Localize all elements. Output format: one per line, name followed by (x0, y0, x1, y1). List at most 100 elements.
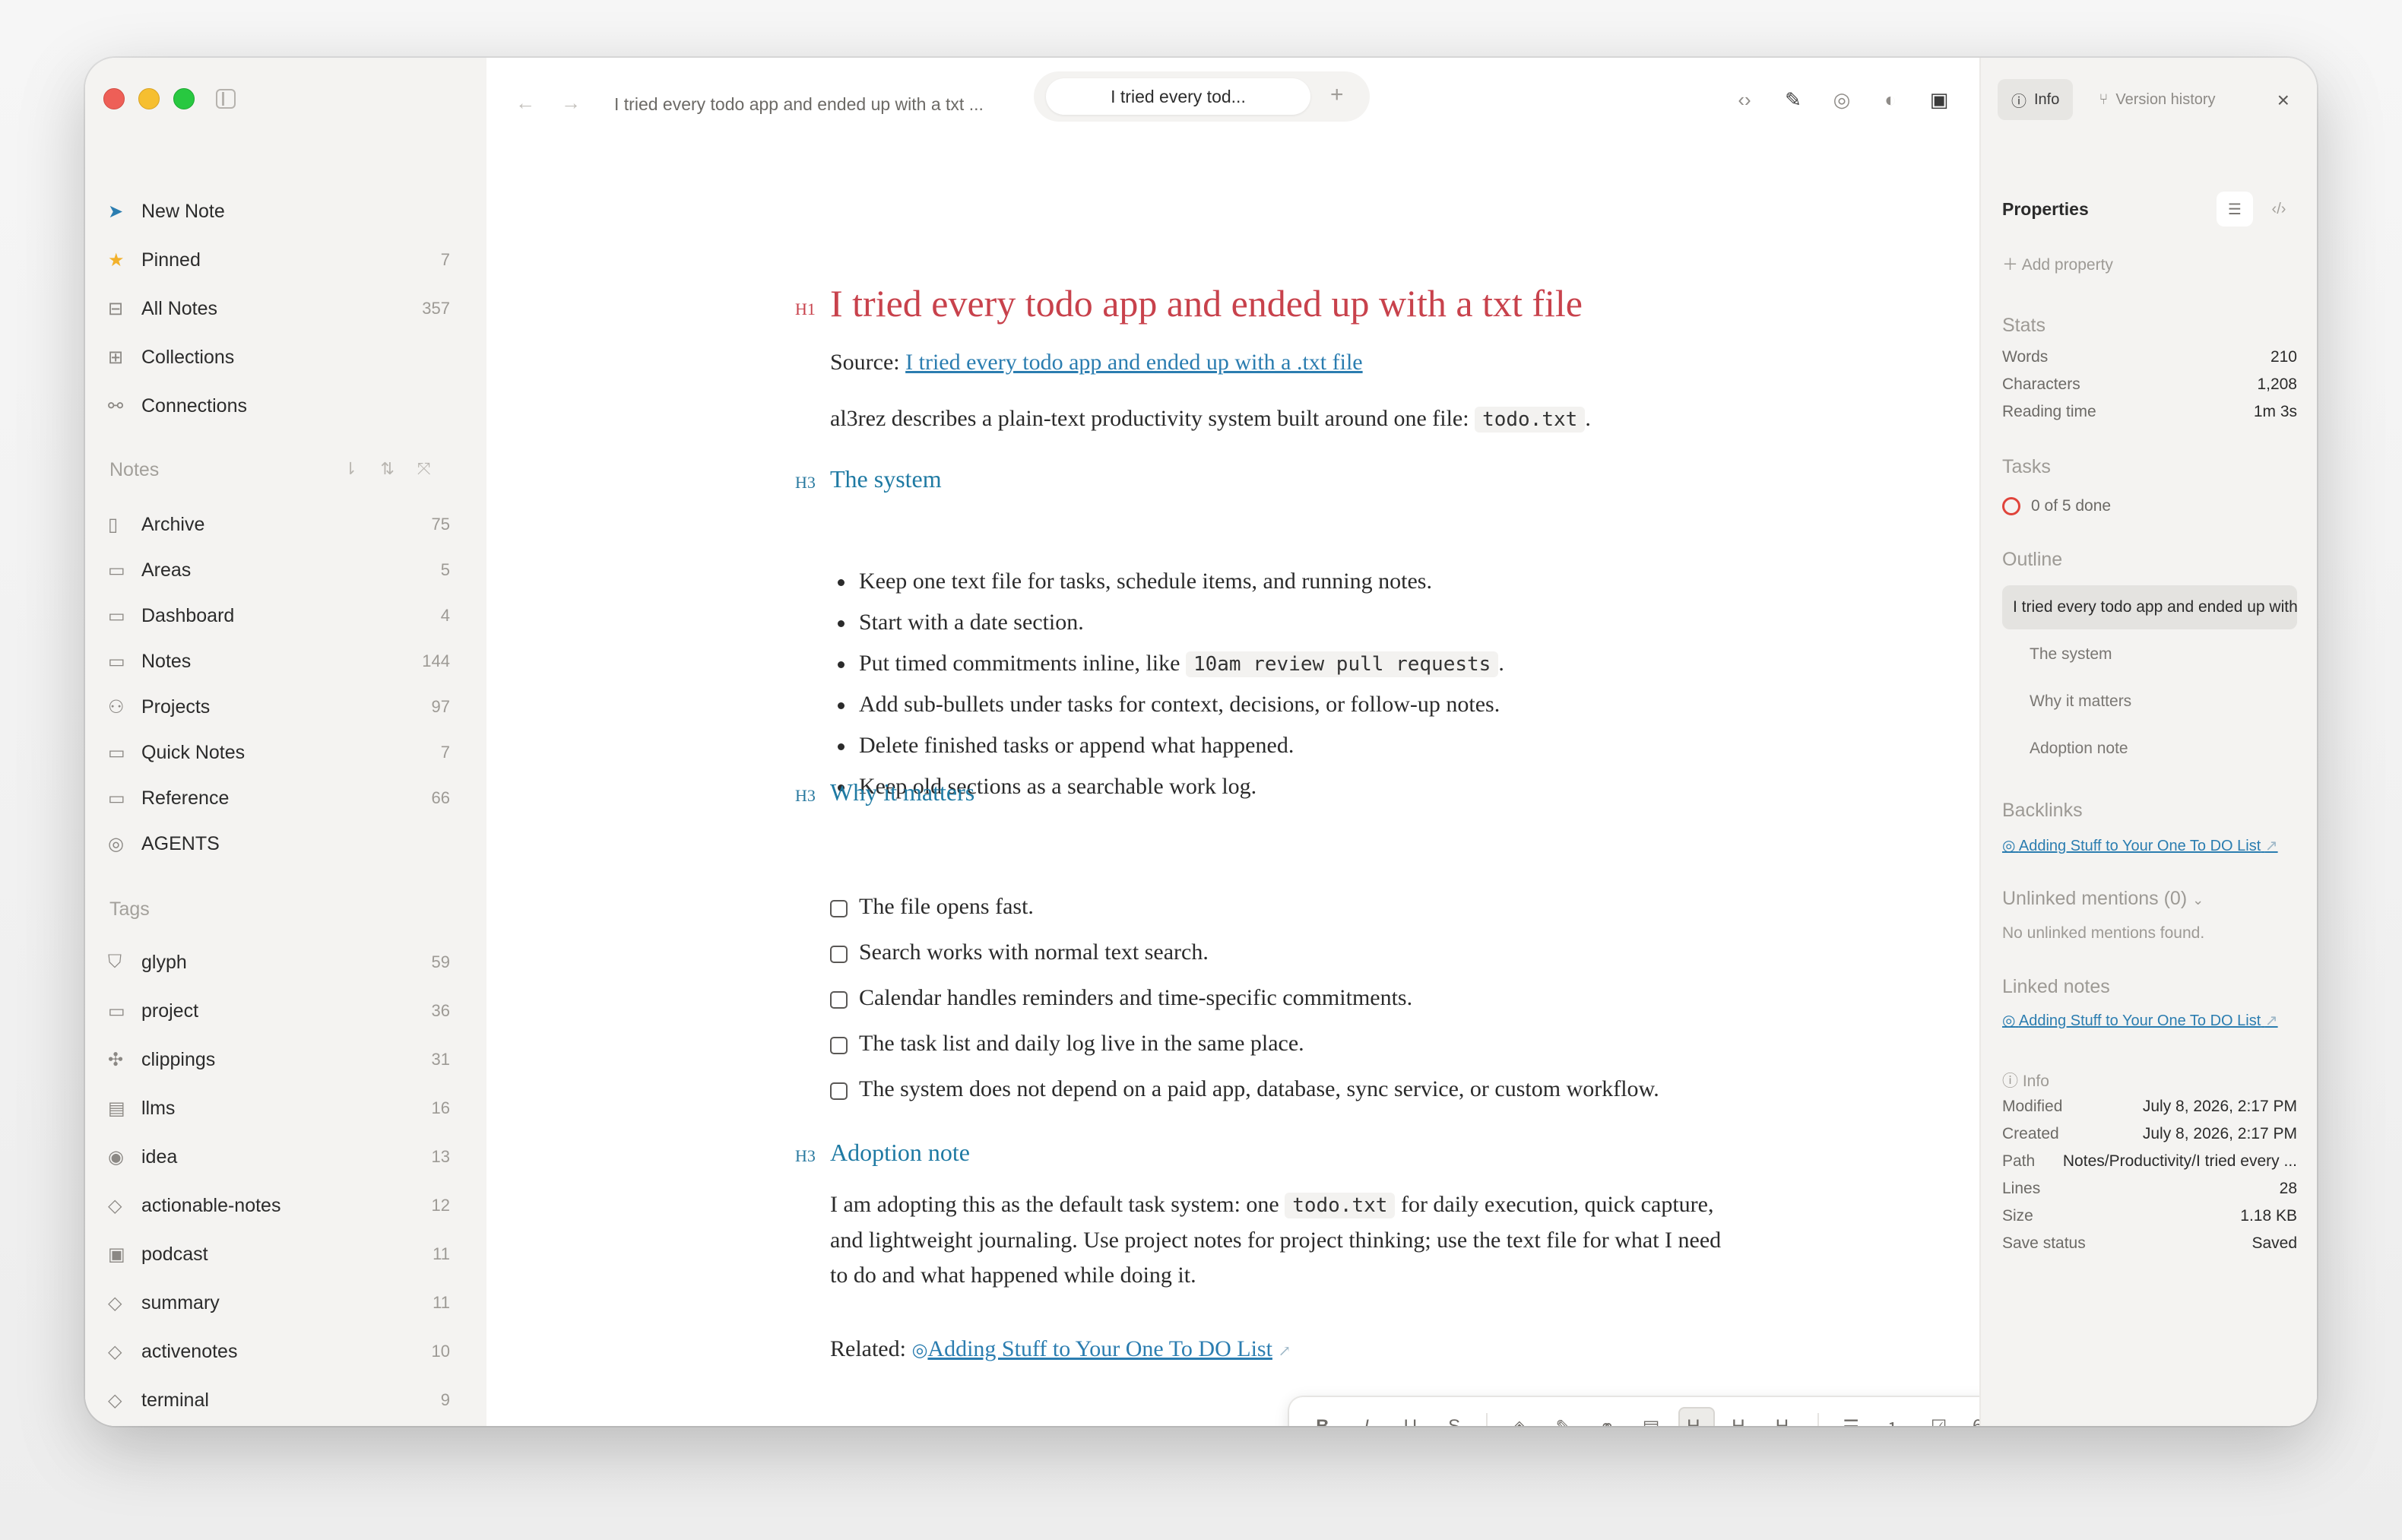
checkbox[interactable] (830, 991, 848, 1009)
list-item[interactable]: Delete finished tasks or append what hap… (830, 725, 1727, 766)
highlight-button[interactable]: ◈ (1503, 1408, 1536, 1427)
h3-button[interactable]: H₃ (1769, 1408, 1802, 1426)
graph-icon: ⚯ (108, 395, 124, 417)
checkbox[interactable] (830, 1082, 848, 1100)
sidebar-item-collections[interactable]: ⊞ Collections (108, 336, 450, 379)
sidebar-item-connections[interactable]: ⚯ Connections (108, 385, 450, 427)
tab-version-history[interactable]: ⑂ Version history (2085, 79, 2229, 120)
adoption-paragraph[interactable]: I am adopting this as the default task s… (830, 1187, 1727, 1293)
close-icon[interactable]: × (2277, 88, 2290, 112)
tag-item-glyph[interactable]: ⛉ glyph 59 (108, 941, 450, 984)
document-title[interactable]: I tried every todo app and ended up with… (830, 281, 1583, 325)
sidebar-item-agents[interactable]: ◎ AGENTS (108, 822, 450, 865)
linked-note-item[interactable]: ◎ Adding Stuff to Your One To DO List ↗ (2002, 1011, 2278, 1030)
outline-item[interactable]: I tried every todo app and ended up with… (2002, 585, 2297, 629)
list-item[interactable]: Start with a date section. (830, 602, 1727, 643)
tag-item-podcast[interactable]: ▣ podcast 11 (108, 1233, 450, 1275)
info-row: Save status Saved (2002, 1234, 2297, 1252)
sidebar-item-archive[interactable]: ▯ Archive 75 (108, 503, 450, 546)
list-item[interactable]: Put timed commitments inline, like 10am … (830, 643, 1727, 684)
plus-icon: ＋ (2002, 256, 2018, 274)
notes-section-tools: ⇂ ⇅ ⤧ (344, 459, 430, 479)
list-item[interactable]: Keep one text file for tasks, schedule i… (830, 561, 1727, 602)
h2-button[interactable]: H₂ (1725, 1408, 1759, 1426)
heading-adoption-note[interactable]: Adoption note (830, 1139, 970, 1167)
sidebar-item-quick-notes[interactable]: ▭ Quick Notes 7 (108, 731, 450, 774)
tag-item-summary[interactable]: ◇ summary 11 (108, 1282, 450, 1324)
tag-item-terminal[interactable]: ◇ terminal 9 (108, 1379, 450, 1421)
related-link[interactable]: Adding Stuff to Your One To DO List (927, 1336, 1272, 1361)
sort-icon[interactable]: ⇂ (344, 459, 357, 479)
sidebar-toggle-icon[interactable] (216, 89, 236, 109)
sidebar-item-projects[interactable]: ⚇ Projects 97 (108, 686, 450, 728)
progress-ring-icon (2002, 497, 2020, 516)
minimize-window-button[interactable] (138, 88, 160, 109)
zoom-window-button[interactable] (173, 88, 195, 109)
checkbox[interactable] (830, 1037, 848, 1054)
notes-section-title: Notes (109, 459, 160, 480)
bookmark-icon: ▯ (108, 514, 119, 535)
sidebar-item-pinned[interactable]: ★ Pinned 7 (108, 239, 450, 281)
folder-icon: ▭ (108, 651, 125, 672)
list-view-icon[interactable]: ☰ (2217, 192, 2253, 227)
underline-button[interactable]: U (1394, 1408, 1428, 1426)
heading-why-it-matters[interactable]: Why it matters (830, 778, 974, 806)
new-note-button[interactable]: ➤ New Note (108, 190, 450, 233)
close-window-button[interactable] (103, 88, 125, 109)
bold-button[interactable]: B (1306, 1408, 1339, 1426)
podcast-icon: ▣ (108, 1244, 125, 1265)
tag-item-actionable-notes[interactable]: ◇ actionable-notes 12 (108, 1184, 450, 1227)
note-link-icon: ◎ (911, 1341, 928, 1361)
people-icon: ⚇ (108, 696, 125, 718)
embed-button[interactable]: ▤ (1634, 1408, 1668, 1427)
tag-item-llms[interactable]: ▤ llms 16 (108, 1087, 450, 1130)
unlinked-mentions-title[interactable]: Unlinked mentions (0) ⌄ (2002, 888, 2204, 910)
tag-icon: ◇ (108, 1341, 122, 1362)
bullet-list-button[interactable]: ☰ (1834, 1408, 1868, 1427)
note-link-icon: ◎ (2002, 1012, 2016, 1029)
italic-button[interactable]: I (1350, 1408, 1383, 1426)
source-link[interactable]: I tried every todo app and ended up with… (905, 350, 1362, 375)
source-line: Source: I tried every todo app and ended… (830, 350, 1363, 375)
checkbox[interactable] (830, 900, 848, 917)
sidebar-item-all-notes[interactable]: ⊟ All Notes 357 (108, 287, 450, 330)
sidebar-item-dashboard[interactable]: ▭ Dashboard 4 (108, 594, 450, 637)
sidebar-item-notes[interactable]: ▭ Notes 144 (108, 640, 450, 683)
chevron-down-icon: ⌄ (2192, 892, 2204, 908)
checkbox[interactable] (830, 946, 848, 963)
list-item[interactable]: Add sub-bullets under tasks for context,… (830, 684, 1727, 725)
sidebar-item-areas[interactable]: ▭ Areas 5 (108, 549, 450, 591)
tag-item-activenotes[interactable]: ◇ activenotes 10 (108, 1330, 450, 1373)
external-arrow-icon: ↗ (2264, 1012, 2278, 1029)
h1-button[interactable]: H₁ (1678, 1407, 1715, 1426)
pen-button[interactable]: ✎ (1547, 1408, 1580, 1427)
tab-info[interactable]: ⓘ Info (1998, 79, 2074, 120)
filter-icon[interactable]: ⇅ (380, 459, 394, 479)
properties-view-toggle: ☰ ‹/› (2217, 192, 2297, 227)
info-row: Modified July 8, 2026, 2:17 PM (2002, 1098, 2297, 1115)
link-button[interactable]: ⚭ (1590, 1408, 1624, 1427)
code-view-icon[interactable]: ‹/› (2261, 192, 2297, 227)
tag-item-project[interactable]: ▭ project 36 (108, 990, 450, 1032)
toolbar-divider (1817, 1413, 1820, 1426)
strikethrough-button[interactable]: S (1437, 1408, 1471, 1426)
external-arrow-icon: ↗ (2264, 838, 2278, 854)
tag-icon: ◇ (108, 1195, 122, 1216)
collapse-icon[interactable]: ⤧ (417, 459, 431, 479)
tag-item-idea[interactable]: ◉ idea 13 (108, 1136, 450, 1178)
outline-item[interactable]: The system (2002, 632, 2297, 677)
adoption-code: todo.txt (1285, 1193, 1396, 1218)
heading-the-system[interactable]: The system (830, 465, 942, 493)
info-section-title: ⓘ Info (2002, 1073, 2049, 1090)
outline-item[interactable]: Adoption note (2002, 727, 2297, 771)
info-icon: ⓘ (2002, 1073, 2018, 1090)
backlink-item[interactable]: ◎ Adding Stuff to Your One To DO List ↗ (2002, 836, 2278, 855)
shield-icon: ⛉ (108, 952, 122, 972)
outline-item[interactable]: Why it matters (2002, 680, 2297, 724)
sidebar-item-reference[interactable]: ▭ Reference 66 (108, 777, 450, 819)
tag-item-clippings[interactable]: ✣ clippings 31 (108, 1038, 450, 1081)
intro-paragraph[interactable]: al3rez describes a plain-text productivi… (830, 401, 1727, 437)
task-list-button[interactable]: ☑ (1922, 1408, 1956, 1427)
numbered-list-button[interactable]: ⒈ (1878, 1408, 1912, 1427)
add-property-button[interactable]: ＋ Add property (2002, 252, 2113, 275)
